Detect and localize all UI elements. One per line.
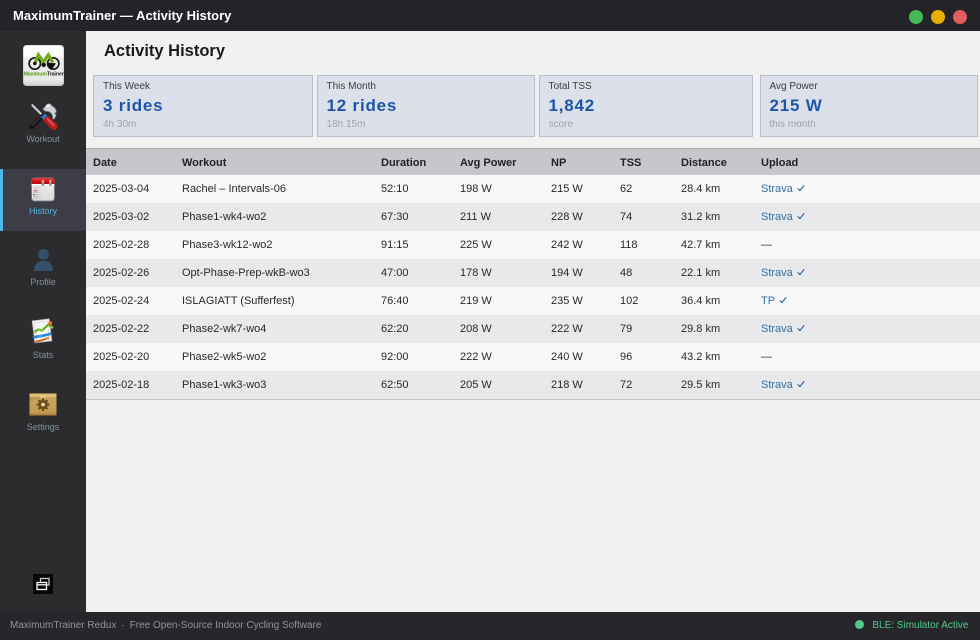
svg-text:MaximumTrainer: MaximumTrainer	[23, 71, 64, 77]
